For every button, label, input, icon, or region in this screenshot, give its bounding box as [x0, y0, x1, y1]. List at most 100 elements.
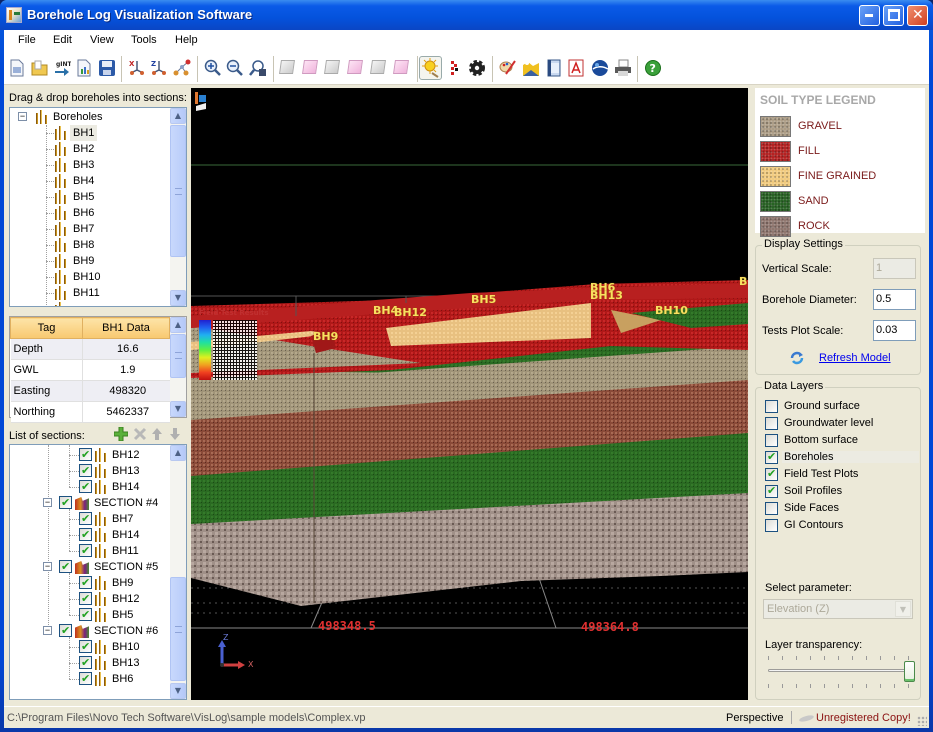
layer-item[interactable]: Ground surface	[765, 399, 919, 415]
borehole-checkbox[interactable]	[79, 671, 92, 687]
move-up-icon[interactable]	[151, 427, 163, 441]
maximize-button[interactable]	[883, 5, 904, 26]
borehole-label[interactable]: B	[739, 275, 747, 288]
zoom-in-icon[interactable]	[204, 59, 222, 77]
borehole-checkbox[interactable]	[79, 479, 92, 495]
minimize-button[interactable]	[859, 5, 880, 26]
tree-item-borehole[interactable]: BH12	[10, 447, 160, 463]
view-cube-top-icon[interactable]	[370, 60, 386, 74]
scroll-up-arrow[interactable]: ▲	[170, 108, 186, 124]
view-cube-right-icon[interactable]	[347, 60, 363, 74]
network-icon[interactable]	[173, 59, 191, 77]
tree-item-borehole[interactable]: BH10	[10, 269, 160, 285]
scroll-up-arrow[interactable]: ▲	[170, 317, 186, 333]
borehole-checkbox[interactable]	[79, 575, 92, 591]
borehole-checkbox[interactable]	[79, 543, 92, 559]
lighting-icon[interactable]	[419, 56, 442, 80]
scroll-down-arrow[interactable]: ▼	[170, 683, 186, 699]
add-section-icon[interactable]	[113, 426, 129, 442]
section-checkbox[interactable]	[59, 559, 72, 575]
scroll-up-arrow[interactable]: ▲	[170, 445, 186, 461]
layer-checkbox[interactable]	[765, 502, 778, 515]
transparency-slider[interactable]	[764, 654, 916, 690]
tree-item-section[interactable]: − SECTION #6	[10, 623, 160, 639]
borehole-checkbox[interactable]	[79, 639, 92, 655]
parameter-select[interactable]: Elevation (Z) ▼	[763, 599, 913, 619]
print-icon[interactable]	[614, 59, 632, 77]
menu-tools[interactable]: Tools	[131, 34, 157, 46]
sections-tree-scrollbar[interactable]: ▲ ▼	[170, 445, 186, 699]
export-pdf-icon[interactable]	[567, 59, 585, 77]
tree-item-borehole[interactable]: BH14	[10, 527, 160, 543]
tree-item-section[interactable]: − SECTION #4	[10, 495, 160, 511]
properties-scrollbar[interactable]: ▲ ▼	[170, 317, 186, 417]
title-bar[interactable]: Borehole Log Visualization Software ✕	[0, 0, 933, 30]
tests-plot-scale-input[interactable]: 0.03	[873, 320, 916, 341]
z-section-icon[interactable]: Z	[150, 59, 168, 77]
borehole-tree-scrollbar[interactable]: ▲ ▼	[170, 108, 186, 306]
zoom-extents-icon[interactable]	[249, 59, 267, 77]
collapse-icon[interactable]: −	[43, 562, 52, 571]
close-button[interactable]: ✕	[907, 5, 928, 26]
column-header-value[interactable]: BH1 Data	[82, 317, 170, 339]
tree-root[interactable]: − Boreholes	[10, 109, 160, 125]
property-row[interactable]: Northing 5462337	[10, 401, 170, 423]
layer-item[interactable]: Bottom surface	[765, 433, 919, 449]
scroll-down-arrow[interactable]: ▼	[170, 290, 186, 306]
3d-viewport[interactable]: Field Test Results BH9 BH4 BH12 BH5 BH6 …	[191, 88, 748, 700]
zoom-out-icon[interactable]	[226, 59, 244, 77]
tree-item-borehole[interactable]: BH5	[10, 607, 160, 623]
resize-grip[interactable]	[917, 716, 927, 726]
tree-item-borehole[interactable]: BH11	[10, 543, 160, 559]
tree-item-borehole[interactable]: BH9	[10, 253, 160, 269]
borehole-tree[interactable]: − Boreholes BH1 BH2 BH3 BH4 BH5 BH6 BH7 …	[9, 107, 187, 307]
scroll-down-arrow[interactable]: ▼	[170, 401, 186, 417]
borehole-checkbox[interactable]	[79, 655, 92, 671]
layer-checkbox[interactable]	[765, 467, 778, 481]
layer-item[interactable]: GI Contours	[765, 518, 919, 534]
scroll-thumb[interactable]	[170, 577, 186, 681]
tree-item-borehole[interactable]: BH1	[10, 125, 160, 141]
borehole-diameter-input[interactable]: 0.5	[873, 289, 916, 310]
layer-checkbox[interactable]	[765, 434, 778, 447]
borehole-checkbox[interactable]	[79, 591, 92, 607]
vertical-scale-input[interactable]: 1	[873, 258, 916, 279]
tree-item-borehole[interactable]: BH11	[10, 285, 160, 301]
tree-item-borehole[interactable]: BH9	[10, 575, 160, 591]
slider-thumb[interactable]	[904, 661, 915, 682]
layer-checkbox[interactable]	[765, 417, 778, 430]
tree-item-borehole[interactable]: BH7	[10, 511, 160, 527]
tree-item-section[interactable]: − SECTION #5	[10, 559, 160, 575]
delete-section-icon[interactable]	[133, 427, 147, 441]
section-checkbox[interactable]	[59, 623, 72, 639]
section-checkbox[interactable]	[59, 495, 72, 511]
borehole-label[interactable]: BH13	[590, 289, 623, 302]
layer-checkbox[interactable]	[765, 519, 778, 532]
import-gint-icon[interactable]: gINT	[53, 59, 73, 77]
open-folder-icon[interactable]	[31, 59, 49, 77]
borehole-checkbox[interactable]	[79, 447, 92, 463]
layer-item[interactable]: Boreholes	[765, 450, 919, 466]
property-row[interactable]: Easting 498320	[10, 380, 170, 402]
borehole-checkbox[interactable]	[79, 511, 92, 527]
refresh-model-link[interactable]: Refresh Model	[819, 352, 891, 364]
export-video-icon[interactable]	[545, 59, 563, 77]
layer-item[interactable]: Groundwater level	[765, 416, 919, 432]
registration-status[interactable]: Unregistered Copy!	[816, 712, 911, 724]
borehole-label[interactable]: BH5	[471, 293, 496, 306]
collapse-icon[interactable]: −	[18, 112, 27, 121]
help-icon[interactable]: ?	[644, 59, 662, 77]
x-section-icon[interactable]: X	[128, 59, 146, 77]
layer-checkbox[interactable]	[765, 400, 778, 413]
view-cube-back-icon[interactable]	[302, 60, 318, 74]
tree-item-borehole[interactable]: BH4	[10, 173, 160, 189]
layer-item[interactable]: Soil Profiles	[765, 484, 919, 500]
borehole-checkbox[interactable]	[79, 463, 92, 479]
menu-edit[interactable]: Edit	[53, 34, 72, 46]
layer-item[interactable]: Field Test Plots	[765, 467, 919, 483]
borehole-checkbox[interactable]	[79, 607, 92, 623]
scroll-thumb[interactable]	[170, 125, 186, 257]
tree-item-borehole[interactable]: BH7	[10, 221, 160, 237]
menu-view[interactable]: View	[90, 34, 114, 46]
tree-item-borehole[interactable]: BH2	[10, 141, 160, 157]
